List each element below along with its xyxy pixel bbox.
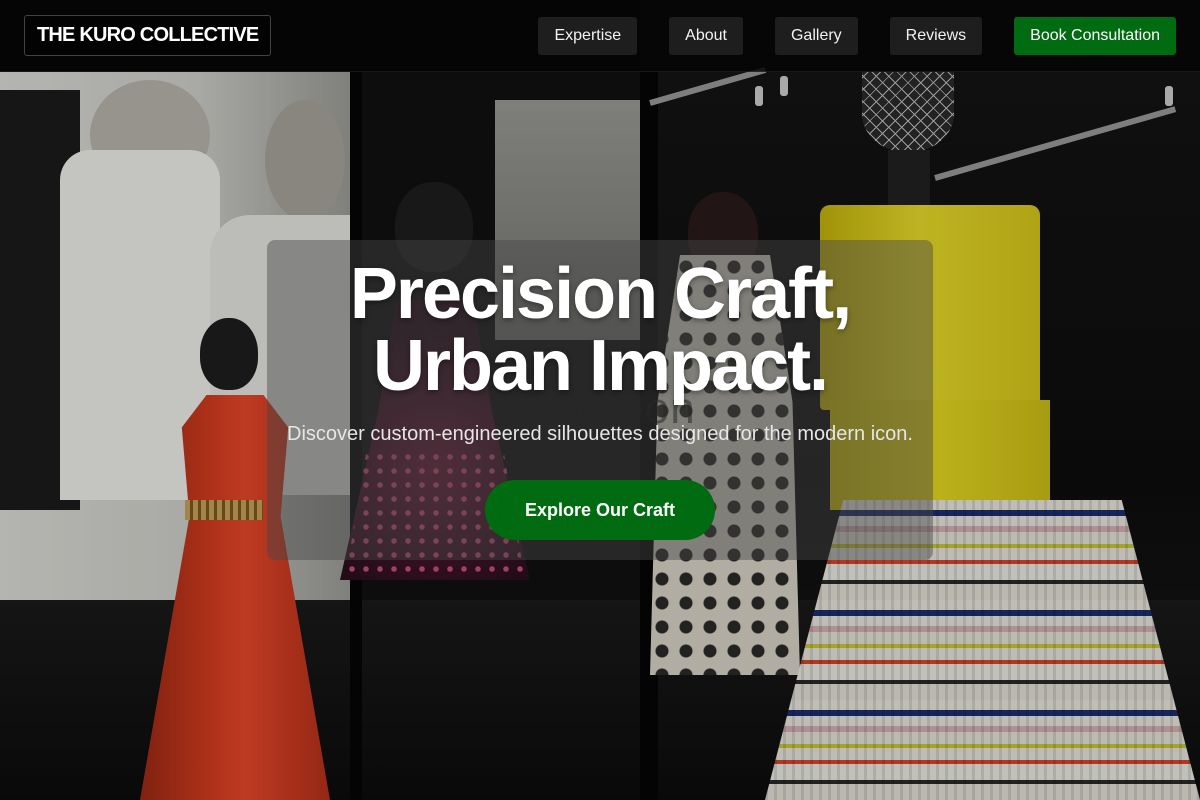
hero-title-line-2: Urban Impact. [372,326,829,406]
nav-link-gallery[interactable]: Gallery [774,16,858,55]
nav-links: Expertise About Gallery Reviews Book Con… [506,16,1176,55]
nav-link-reviews[interactable]: Reviews [889,16,983,55]
explore-craft-button[interactable]: Explore Our Craft [485,480,715,540]
nav-link-about[interactable]: About [669,16,743,55]
top-navigation-bar: THE KURO COLLECTIVE Expertise About Gall… [0,0,1200,72]
hero-subtitle: Discover custom-engineered silhouettes d… [287,423,913,445]
book-consultation-button[interactable]: Book Consultation [1014,16,1176,55]
brand-logo[interactable]: THE KURO COLLECTIVE [24,15,272,56]
nav-link-expertise[interactable]: Expertise [538,16,638,55]
hero-title: Precision Craft, Urban Impact. [267,258,933,402]
hero-title-line-1: Precision Craft, [349,254,852,334]
